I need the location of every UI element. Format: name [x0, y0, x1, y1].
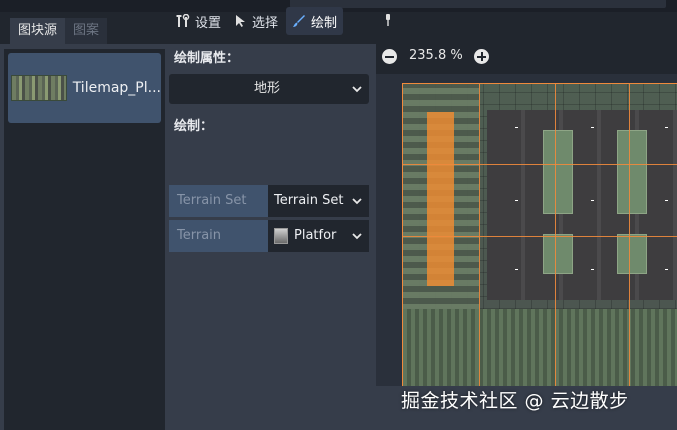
zoom-in-button[interactable] — [474, 49, 489, 64]
paint-properties-title: 绘制属性： — [174, 51, 240, 66]
tileset-thumbnail — [11, 75, 67, 101]
terrain-bit-marker — [515, 269, 518, 270]
paint-section-title: 绘制： — [174, 119, 214, 134]
watermark: 掘金技术社区 @ 云边散步 — [401, 390, 629, 412]
terrain-bit-marker — [591, 269, 594, 270]
zoom-out-button[interactable] — [382, 49, 397, 64]
source-list: Tilemap_Pl... — [4, 49, 165, 430]
tile-pillar — [617, 130, 647, 214]
brush-icon — [293, 15, 306, 27]
terrain-bit-marker — [515, 200, 518, 201]
paint-mode-value: 地形 — [253, 81, 280, 96]
tools-icon — [176, 14, 190, 27]
tileset-editor: 图块源 图案 Tilemap_Pl... 设置 选择 绘制 绘制属性： 地形 绘… — [0, 0, 677, 430]
terrain-set-label: Terrain Set — [169, 185, 268, 217]
grid-line — [629, 84, 630, 386]
terrain-set-value: Terrain Set — [274, 193, 344, 208]
grid-line — [555, 84, 556, 386]
chevron-down-icon — [352, 86, 362, 93]
source-item-label: Tilemap_Pl... — [72, 80, 161, 96]
tile-atlas-viewport[interactable] — [376, 74, 677, 386]
tab-tile-sources[interactable]: 图块源 — [10, 18, 66, 44]
chevron-down-icon — [352, 198, 362, 205]
grid-line — [403, 164, 677, 165]
terrain-bit-marker — [665, 269, 668, 270]
tile-toolbar: 设置 选择 绘制 — [170, 6, 345, 36]
terrain-bit-marker — [515, 127, 518, 128]
tab-bar: 图块源 图案 — [10, 18, 108, 44]
scrollbar[interactable] — [290, 0, 666, 8]
tab-patterns[interactable]: 图案 — [65, 18, 108, 44]
terrain-bit-marker — [665, 200, 668, 201]
chevron-down-icon — [352, 233, 362, 240]
zoom-level: 235.8 % — [409, 48, 463, 63]
paint-mode-dropdown[interactable]: 地形 — [169, 74, 369, 104]
terrain-swatch-icon — [274, 227, 288, 244]
picker-icon[interactable] — [384, 13, 392, 27]
tile-pillar — [543, 130, 573, 214]
terrain-bit-marker — [591, 127, 594, 128]
cursor-icon — [236, 15, 246, 27]
terrain-label: Terrain — [169, 220, 268, 252]
grid-line — [403, 236, 677, 237]
paint-label: 绘制 — [311, 15, 338, 31]
terrain-row: Terrain Platfor — [169, 220, 369, 252]
terrain-bit-marker — [665, 127, 668, 128]
tile-arches — [403, 309, 677, 386]
source-list-item[interactable]: Tilemap_Pl... — [8, 53, 161, 123]
setup-button[interactable]: 设置 — [170, 7, 227, 35]
tile-atlas[interactable] — [402, 83, 677, 386]
select-label: 选择 — [252, 15, 279, 31]
terrain-set-select[interactable]: Terrain Set — [268, 185, 369, 217]
terrain-value: Platfor — [294, 228, 337, 243]
setup-label: 设置 — [195, 15, 222, 31]
select-button[interactable]: 选择 — [229, 7, 284, 35]
tile-stone-blocks — [487, 110, 677, 300]
paint-button[interactable]: 绘制 — [286, 7, 344, 35]
tile-pillar — [543, 234, 573, 274]
terrain-set-row: Terrain Set Terrain Set — [169, 185, 369, 217]
grid-line — [479, 84, 480, 386]
terrain-select[interactable]: Platfor — [268, 220, 369, 252]
tile-pillar — [617, 234, 647, 274]
terrain-bit-marker — [591, 200, 594, 201]
terrain-paint-highlight — [427, 112, 454, 286]
